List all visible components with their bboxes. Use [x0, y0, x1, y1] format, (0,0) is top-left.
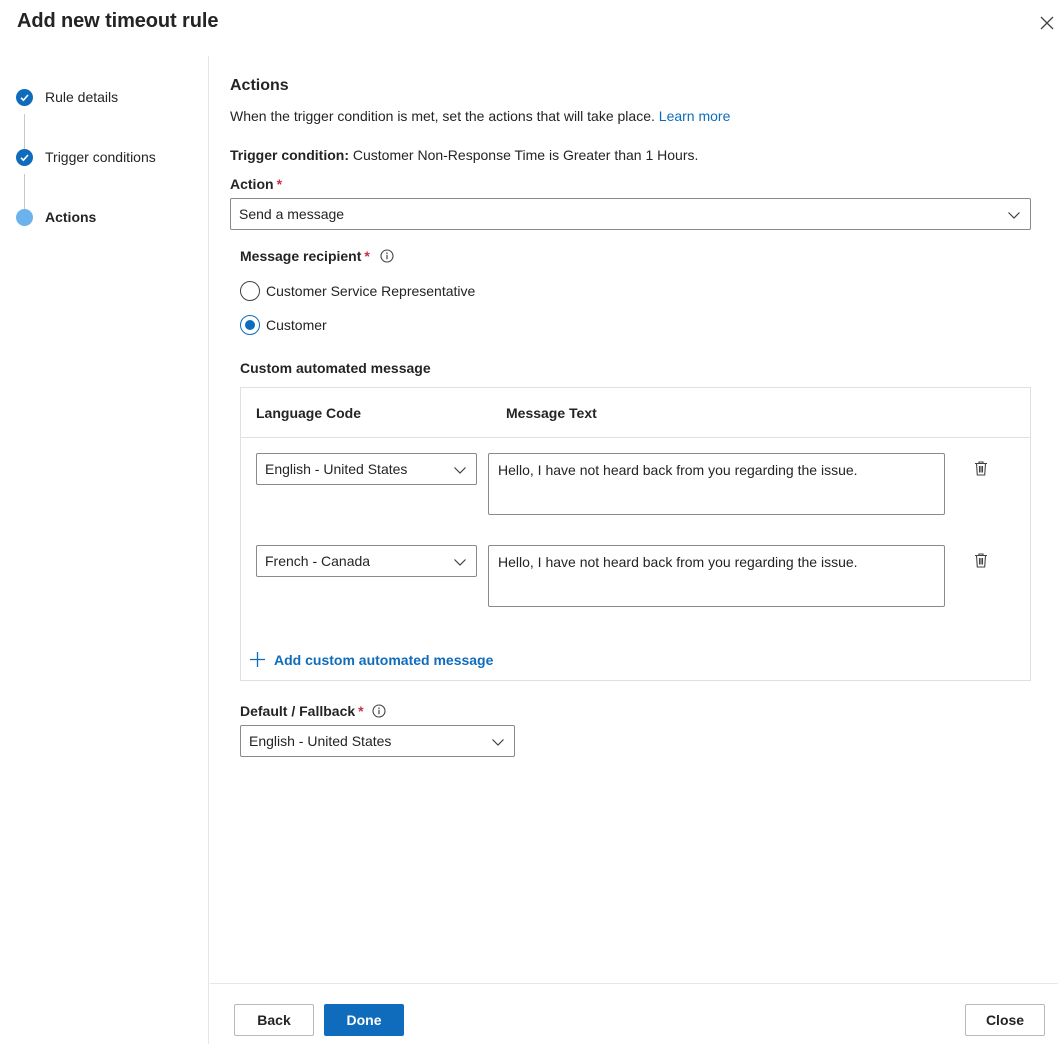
- done-button[interactable]: Done: [324, 1004, 404, 1036]
- chevron-down-icon: [1008, 212, 1020, 219]
- learn-more-link[interactable]: Learn more: [659, 108, 731, 124]
- custom-message-table: Language Code Message Text English - Uni…: [240, 387, 1031, 681]
- step-trigger-conditions[interactable]: Trigger conditions: [16, 147, 156, 167]
- language-select[interactable]: French - Canada: [256, 545, 477, 577]
- trash-icon[interactable]: [973, 552, 989, 568]
- recipient-label: Message recipient *: [240, 248, 394, 264]
- required-mark: *: [364, 248, 370, 264]
- fallback-select[interactable]: English - United States: [240, 725, 515, 757]
- radio-customer[interactable]: Customer: [240, 315, 327, 335]
- fallback-label-text: Default / Fallback: [240, 703, 356, 719]
- chevron-down-icon: [492, 739, 504, 746]
- checkmark-icon: [16, 148, 33, 166]
- dialog-footer: Back Done Close: [210, 983, 1058, 1044]
- fallback-select-value: English - United States: [249, 733, 392, 749]
- description-text: When the trigger condition is met, set t…: [230, 108, 655, 124]
- action-label-text: Action: [230, 176, 274, 192]
- trash-icon[interactable]: [973, 460, 989, 476]
- dialog-title: Add new timeout rule: [17, 10, 219, 32]
- required-mark: *: [358, 703, 364, 719]
- action-label: Action *: [230, 176, 282, 192]
- close-icon[interactable]: [1036, 12, 1058, 34]
- language-select-value: English - United States: [265, 461, 408, 477]
- recipient-label-text: Message recipient: [240, 248, 362, 264]
- plus-icon: [250, 652, 265, 667]
- checkmark-icon: [16, 88, 33, 106]
- close-button[interactable]: Close: [965, 1004, 1045, 1036]
- trigger-label: Trigger condition:: [230, 147, 349, 163]
- action-select-value: Send a message: [239, 206, 345, 222]
- step-label: Rule details: [45, 89, 119, 105]
- back-button[interactable]: Back: [234, 1004, 314, 1036]
- radio-circle-checked: [240, 315, 260, 335]
- add-custom-message-button[interactable]: Add custom automated message: [249, 651, 493, 668]
- action-select[interactable]: Send a message: [230, 198, 1031, 230]
- chevron-down-icon: [454, 559, 466, 566]
- chevron-down-icon: [454, 467, 466, 474]
- radio-label: Customer Service Representative: [266, 283, 476, 299]
- table-header: Language Code Message Text: [241, 388, 1030, 438]
- column-message: Message Text: [506, 405, 597, 421]
- radio-circle: [240, 281, 260, 301]
- message-textarea[interactable]: Hello, I have not heard back from you re…: [488, 545, 945, 607]
- radio-label: Customer: [266, 317, 327, 333]
- language-select-value: French - Canada: [265, 553, 371, 569]
- step-label: Trigger conditions: [45, 149, 156, 165]
- custom-message-label: Custom automated message: [240, 360, 431, 376]
- info-icon[interactable]: [380, 249, 394, 263]
- radio-csr[interactable]: Customer Service Representative: [240, 281, 475, 301]
- section-description: When the trigger condition is met, set t…: [230, 108, 730, 124]
- fallback-label: Default / Fallback *: [240, 703, 386, 719]
- step-rule-details[interactable]: Rule details: [16, 87, 118, 107]
- step-actions[interactable]: Actions: [16, 207, 96, 227]
- step-navigation: Rule details Trigger conditions Actions: [0, 56, 209, 1044]
- language-select[interactable]: English - United States: [256, 453, 477, 485]
- column-language: Language Code: [256, 405, 362, 421]
- add-custom-message-label: Add custom automated message: [274, 651, 494, 668]
- current-step-icon: [16, 208, 33, 226]
- info-icon[interactable]: [371, 704, 386, 718]
- required-mark: *: [276, 176, 283, 192]
- trigger-condition: Trigger condition: Customer Non-Response…: [230, 147, 698, 163]
- section-heading: Actions: [230, 77, 289, 94]
- trigger-value: Customer Non-Response Time is Greater th…: [352, 147, 699, 163]
- message-textarea[interactable]: Hello, I have not heard back from you re…: [488, 453, 945, 515]
- step-label: Actions: [45, 209, 97, 225]
